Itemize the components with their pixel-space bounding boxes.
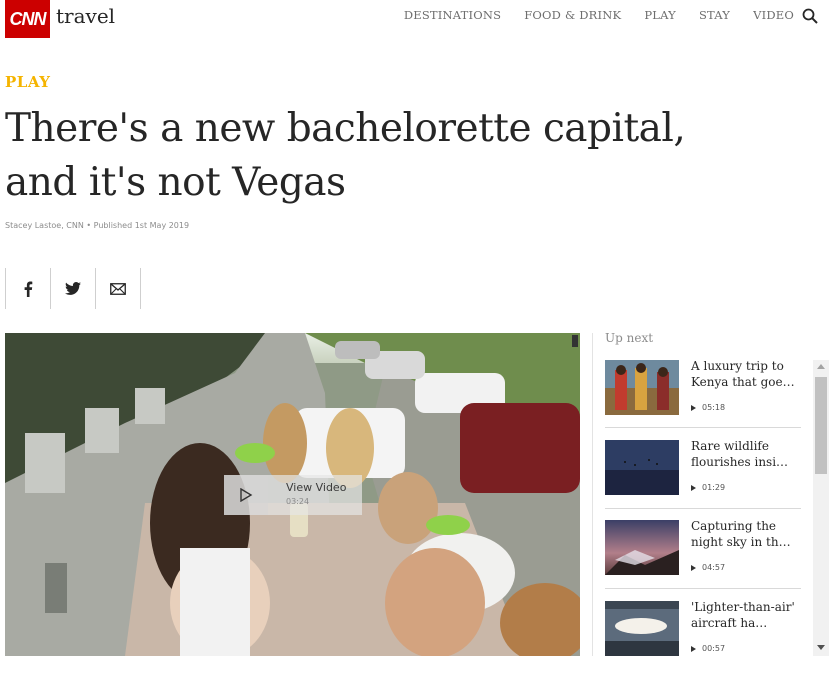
video-info[interactable]: View Video 03:24 [268,475,362,515]
video-duration: 03:24 [286,497,310,506]
scrollbar-thumb[interactable] [815,377,827,474]
upnext-list: A luxury trip to Kenya that goe… 05:18 R… [605,360,801,656]
byline: Stacey Lastoe, CNN • Published 1st May 2… [5,221,190,230]
page-title: There's a new bachelorette capital, and … [5,102,705,210]
upnext-thumbnail [605,360,679,415]
scroll-down-arrow-icon[interactable] [817,645,825,650]
upnext-item-duration: 04:57 [691,563,725,572]
upnext-separator [605,508,801,509]
upnext-heading: Up next [605,331,654,345]
play-button[interactable] [224,475,268,515]
nav-play[interactable]: PLAY [644,8,676,22]
share-twitter-button[interactable] [50,268,95,309]
upnext-item-title[interactable]: 'Lighter-than-air' aircraft ha… [691,599,799,631]
upnext-thumbnail [605,520,679,575]
nav-video[interactable]: VIDEO [753,8,794,22]
search-icon[interactable] [802,8,818,24]
video-player[interactable]: View Video 03:24 [5,333,580,656]
upnext-item-title[interactable]: Rare wildlife flourishes insi… [691,438,799,470]
main-nav: DESTINATIONS FOOD & DRINK PLAY STAY VIDE… [381,8,794,22]
nav-stay[interactable]: STAY [699,8,730,22]
headline-line-1: There's a new bachelorette capital, [5,106,686,151]
video-label: View Video [286,481,347,494]
video-play-overlay[interactable]: View Video 03:24 [224,475,362,515]
upnext-item-duration: 01:29 [691,483,725,492]
upnext-thumbnail [605,601,679,656]
upnext-divider [592,333,593,656]
upnext-item-duration: 05:18 [691,403,725,412]
upnext-item-duration: 00:57 [691,644,725,653]
play-small-icon [691,484,696,491]
share-bar [5,268,141,309]
upnext-item[interactable]: A luxury trip to Kenya that goe… 05:18 [605,360,801,440]
upnext-item[interactable]: 'Lighter-than-air' aircraft ha… 00:57 [605,599,801,656]
scroll-up-arrow-icon[interactable] [817,364,825,369]
cnn-logo[interactable]: CNN [5,0,50,38]
upnext-item-title[interactable]: Capturing the night sky in th… [691,518,799,550]
share-facebook-button[interactable] [5,268,50,309]
nav-destinations[interactable]: DESTINATIONS [404,8,501,22]
upnext-scrollbar[interactable] [813,360,829,656]
nav-food-drink[interactable]: FOOD & DRINK [524,8,621,22]
upnext-separator [605,427,801,428]
email-icon [110,282,126,295]
play-small-icon [691,404,696,411]
headline-line-2: and it's not Vegas [5,160,346,205]
duration-text: 05:18 [702,403,726,412]
twitter-icon [65,282,81,295]
play-small-icon [691,564,696,571]
upnext-item-title[interactable]: A luxury trip to Kenya that goe… [691,360,799,390]
section-label[interactable]: PLAY [5,73,50,91]
play-icon [240,488,253,502]
facebook-icon [24,281,33,297]
upnext-thumbnail [605,440,679,495]
duration-text: 00:57 [702,644,726,653]
brand-name[interactable]: travel [56,4,115,28]
duration-text: 04:57 [702,563,726,572]
play-small-icon [691,645,696,652]
upnext-separator [605,588,801,589]
site-header: CNN travel DESTINATIONS FOOD & DRINK PLA… [0,0,838,40]
duration-text: 01:29 [702,483,726,492]
share-email-button[interactable] [95,268,141,309]
video-caption-icon[interactable] [572,335,578,347]
